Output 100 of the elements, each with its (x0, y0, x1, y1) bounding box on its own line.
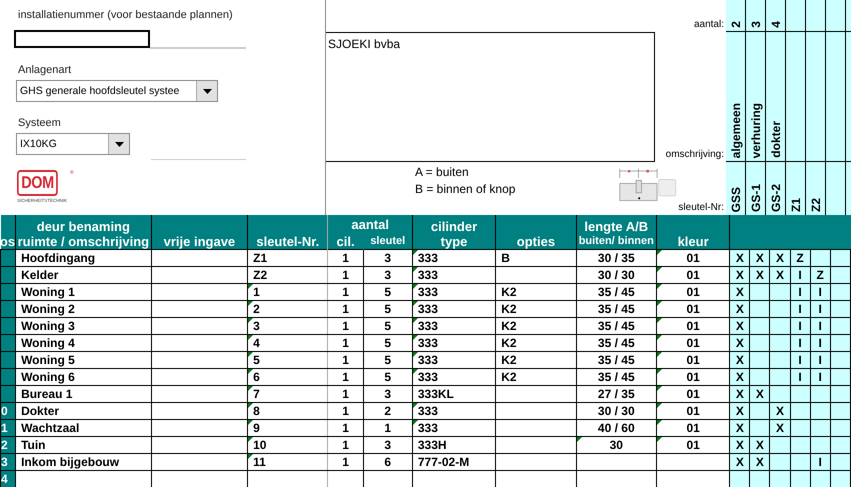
matrix-mark: X (736, 438, 744, 452)
column-header: vrije ingave (151, 215, 248, 250)
cell-text: 333 (418, 404, 438, 418)
cell-text: 35 / 45 (598, 370, 635, 384)
key-number-text: Z2 (808, 198, 822, 214)
cell-text: 1 (253, 284, 260, 298)
cell-text: Z1 (253, 250, 268, 264)
cell-text: Woning 2 (21, 302, 75, 316)
matrix-mark: I (798, 284, 802, 298)
cell-flag-icon (413, 318, 418, 323)
cell-text: Kelder (21, 268, 58, 282)
cell-text: 5 (384, 302, 392, 316)
matrix-mark: I (818, 352, 822, 366)
cell-text: 1 (342, 404, 349, 418)
cell-text: K2 (501, 284, 517, 298)
sleutel-nr-label: sleutel-Nr: (678, 202, 724, 213)
matrix-mark: X (736, 386, 744, 400)
anlagenart-dropdown[interactable]: GHS generale hoofdsleutel systee (16, 80, 218, 102)
customer-text-box[interactable]: SJOEKI bvba (326, 32, 655, 162)
matrix-mark: X (736, 250, 744, 264)
column-header: sleutel (363, 232, 412, 250)
cell-text: 35 / 45 (598, 302, 635, 316)
cell-flag-icon (413, 404, 418, 408)
cell-text: 3 (384, 268, 392, 282)
legend-text: A = buiten (415, 164, 470, 181)
cell-flag-icon (657, 420, 662, 425)
matrix-mark: Z (796, 250, 804, 264)
matrix-mark: X (776, 268, 784, 282)
key-count-text: 3 (748, 21, 762, 30)
cell-flag-icon (248, 336, 254, 340)
key-description-text: dokter (768, 121, 782, 160)
matrix-mark: X (736, 404, 744, 418)
cell-text: Bureau 1 (21, 386, 72, 400)
cell-text: 333 (418, 284, 438, 298)
cell-text: 01 (686, 284, 700, 298)
column-header: lengte A/B buiten/ binnen (576, 215, 656, 250)
cell-text: 3 (384, 386, 392, 400)
column-header: os (0, 215, 16, 250)
field-label: Systeem (18, 116, 62, 130)
key-number-text: Z1 (788, 198, 802, 214)
cell-text: 9 (253, 420, 260, 434)
cell-flag-icon (413, 250, 418, 255)
cell-text: 333 (418, 268, 438, 282)
systeem-dropdown[interactable]: IX10KG (16, 133, 130, 155)
cell-text: 333 (418, 302, 438, 316)
cell-text: K2 (501, 370, 517, 384)
matrix-mark: I (818, 318, 822, 332)
cell-text: 5 (384, 284, 392, 298)
cell-text: 333 (418, 250, 438, 264)
cell-text: 1 (342, 454, 349, 468)
cell-text: 333 (418, 318, 438, 332)
cell-flag-icon (413, 302, 418, 306)
matrix-mark: X (756, 438, 764, 452)
cell-text: 7 (253, 386, 260, 400)
cell-text: 40 / 60 (598, 420, 635, 434)
row-number-cell: 2 (0, 436, 16, 454)
installation-number-field[interactable] (14, 30, 150, 48)
cell-text: K2 (501, 318, 517, 332)
matrix-mark: I (798, 268, 802, 282)
cell-text: 35 / 45 (598, 336, 635, 350)
cell-text: 333KL (418, 386, 454, 400)
cell-text: 333 (418, 420, 438, 434)
cell-flag-icon (248, 352, 254, 357)
cell-text: 333 (418, 370, 438, 384)
cell-text: 01 (686, 420, 700, 434)
cell-flag-icon (248, 370, 254, 374)
matrix-mark: X (756, 268, 764, 282)
cell-flag-icon (657, 336, 662, 340)
matrix-mark: X (736, 454, 744, 468)
cell-flag-icon (248, 284, 254, 289)
cell-text: 5 (384, 370, 392, 384)
matrix-mark: X (736, 370, 744, 384)
matrix-mark: X (736, 336, 744, 350)
matrix-mark: I (798, 370, 802, 384)
cell-text: 6 (253, 370, 260, 384)
cell-flag-icon (248, 438, 254, 442)
cell-text: 1 (342, 420, 349, 434)
cell-text: Woning 3 (21, 318, 75, 332)
matrix-mark: X (776, 420, 784, 434)
cell-text: 30 / 35 (598, 250, 635, 264)
cell-flag-icon (657, 268, 662, 272)
cell-text: 35 / 45 (598, 284, 635, 298)
matrix-mark: X (776, 250, 784, 264)
cell-text: 1 (342, 318, 349, 332)
cell-text: 1 (342, 302, 349, 316)
cell-text: 6 (384, 454, 392, 468)
matrix-mark: X (736, 420, 744, 434)
matrix-mark: I (798, 352, 802, 366)
column-header: cil. (328, 232, 364, 250)
cell-text: 01 (686, 318, 700, 332)
aantal-label: aantal: (694, 19, 724, 30)
cell-text: Dokter (21, 404, 60, 418)
legend-text: B = binnen of knop (415, 181, 516, 198)
cell-flag-icon (248, 404, 254, 408)
cell-text: 01 (686, 438, 700, 452)
row-number-cell: 4 (0, 470, 16, 487)
matrix-mark: Z (816, 268, 824, 282)
matrix-mark: I (818, 284, 822, 298)
matrix-mark: I (818, 370, 822, 384)
column-header: cilinder type (412, 215, 496, 250)
